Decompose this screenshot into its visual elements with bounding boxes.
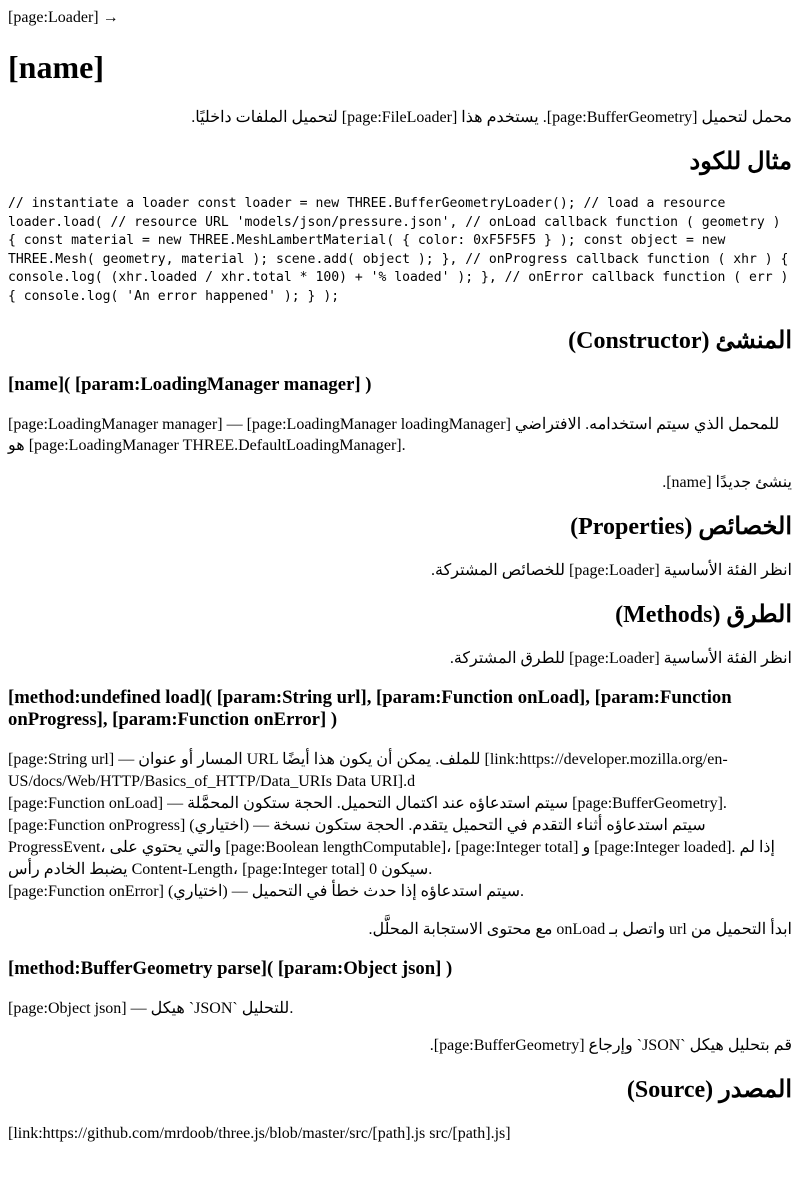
load-param-onerror: [page:Function onError] (اختياري) — سيتم… bbox=[8, 882, 524, 900]
constructor-description: ينشئ جديدًا [name]. bbox=[662, 473, 792, 491]
load-method-signature: [method:undefined load]( [param:String u… bbox=[8, 686, 732, 730]
constructor-signature: [name]( [param:LoadingManager manager] ) bbox=[8, 373, 372, 395]
breadcrumb-link[interactable]: [page:Loader] → bbox=[8, 9, 119, 26]
intro-paragraph: محمل لتحميل [page:BufferGeometry]. يستخد… bbox=[191, 109, 792, 126]
source-link[interactable]: [link:https://github.com/mrdoob/three.js… bbox=[8, 1123, 792, 1144]
parse-method-signature: [method:BufferGeometry parse]( [param:Ob… bbox=[8, 957, 453, 979]
load-param-onprogress: [page:Function onProgress] (اختياري) — س… bbox=[8, 816, 775, 878]
load-param-url: [page:String url] — المسار أو عنوان URL … bbox=[8, 750, 728, 790]
page-title: [name] bbox=[8, 49, 104, 85]
constructor-heading: المنشئ (Constructor) bbox=[568, 327, 792, 354]
code-example-block: // instantiate a loader const loader = n… bbox=[8, 196, 789, 304]
methods-heading: الطرق (Methods) bbox=[615, 601, 792, 628]
doc-page: [page:Loader] → [name] محمل لتحميل [page… bbox=[0, 0, 800, 1168]
properties-description: انظر الفئة الأساسية [page:Loader] للخصائ… bbox=[431, 561, 792, 579]
parse-method-description: قم بتحليل هيكل `JSON` وإرجاع [page:Buffe… bbox=[429, 1036, 792, 1054]
properties-heading: الخصائص (Properties) bbox=[570, 513, 792, 540]
methods-description: انظر الفئة الأساسية [page:Loader] للطرق … bbox=[449, 649, 792, 667]
load-params-list: [page:String url] — المسار أو عنوان URL … bbox=[8, 749, 792, 903]
code-example-heading: مثال للكود bbox=[689, 149, 792, 175]
breadcrumb[interactable]: [page:Loader] → bbox=[8, 8, 792, 28]
parse-param-description: [page:Object json] — هيكل `JSON` للتحليل… bbox=[8, 999, 294, 1017]
load-method-description: ابدأ التحميل من url واتصل بـ onLoad مع م… bbox=[368, 920, 792, 938]
constructor-param-description: [page:LoadingManager manager] — [page:Lo… bbox=[8, 415, 780, 454]
load-param-onload: [page:Function onLoad] — سيتم استدعاؤه ع… bbox=[8, 794, 727, 812]
source-heading: المصدر (Source) bbox=[626, 1076, 792, 1103]
